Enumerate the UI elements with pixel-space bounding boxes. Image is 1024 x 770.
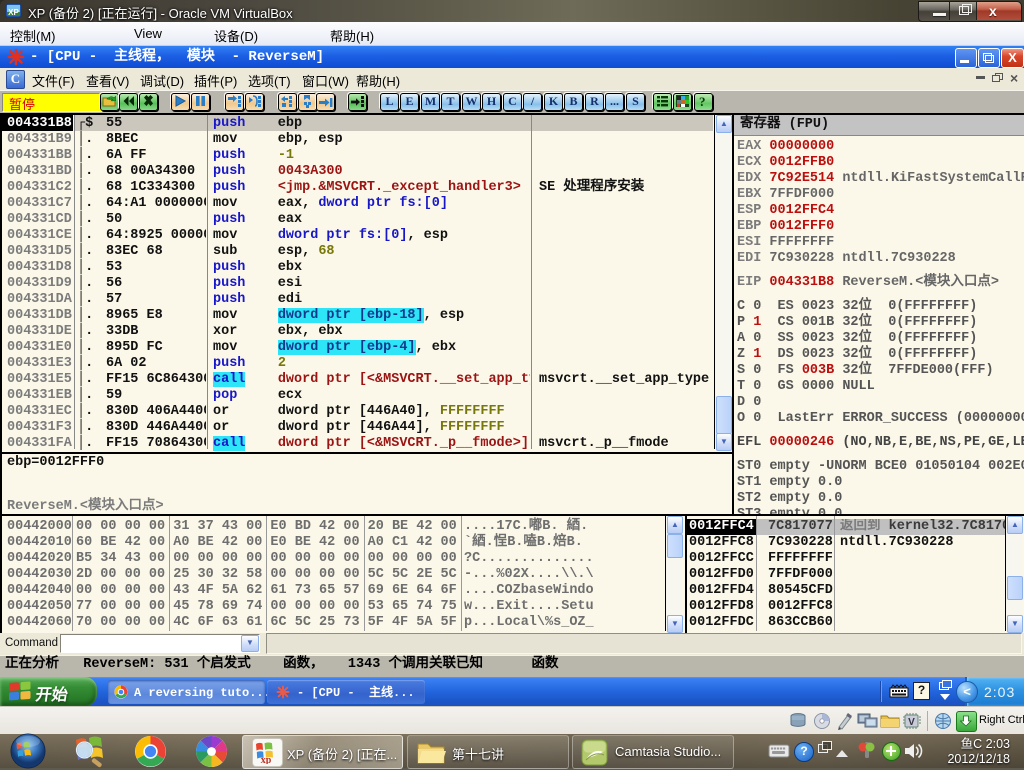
svg-text:XP: XP bbox=[8, 8, 19, 17]
svg-text:V: V bbox=[908, 717, 915, 728]
svg-text:xp: xp bbox=[261, 755, 272, 764]
